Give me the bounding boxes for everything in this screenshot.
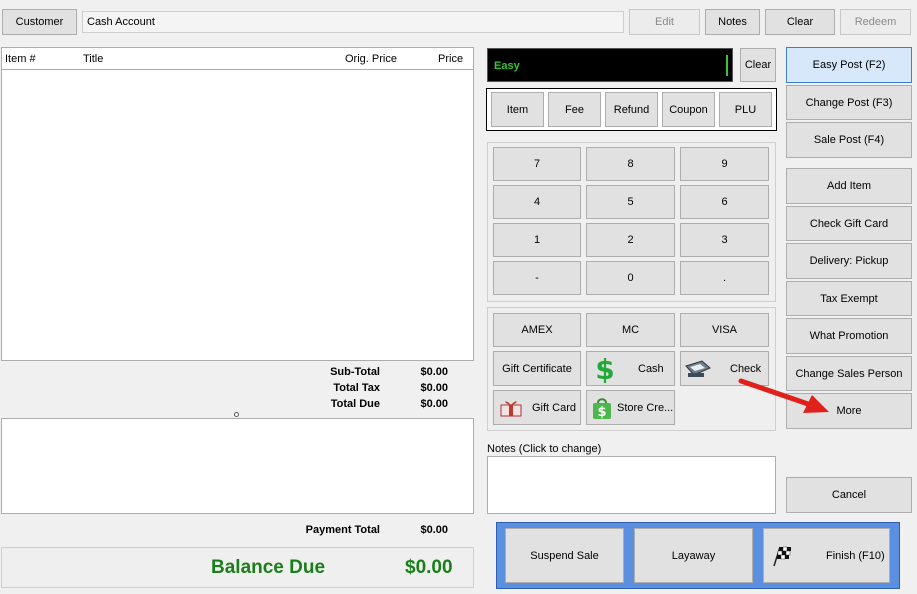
- cancel-button[interactable]: Cancel: [786, 477, 912, 513]
- add-item-button[interactable]: Add Item: [786, 168, 912, 204]
- mode-fee-button[interactable]: Fee: [548, 92, 601, 127]
- subtotal-label: Sub-Total: [330, 366, 380, 378]
- finish-label: Finish (F10): [826, 549, 885, 562]
- check-gift-card-button[interactable]: Check Gift Card: [786, 206, 912, 241]
- gift-card-label: Gift Card: [532, 401, 577, 414]
- check-label: Check: [730, 362, 762, 375]
- what-promotion-button[interactable]: What Promotion: [786, 318, 912, 354]
- cash-button[interactable]: $ Cash: [586, 351, 675, 386]
- svg-text:$: $: [597, 405, 606, 420]
- key-6[interactable]: 6: [680, 185, 769, 219]
- cash-label: Cash: [638, 362, 664, 375]
- items-table[interactable]: Item # Title Orig. Price Price: [1, 47, 474, 361]
- key-9[interactable]: 9: [680, 147, 769, 181]
- balance-due-value: $0.00: [405, 557, 453, 578]
- finish-button[interactable]: Finish (F10): [763, 528, 890, 583]
- sale-post-button[interactable]: Sale Post (F4): [786, 122, 912, 158]
- balance-due-label: Balance Due: [211, 557, 326, 578]
- visa-button[interactable]: VISA: [680, 313, 769, 347]
- easy-post-button[interactable]: Easy Post (F2): [786, 47, 912, 83]
- redeem-button[interactable]: Redeem: [840, 9, 911, 35]
- entry-clear-button[interactable]: Clear: [740, 48, 776, 82]
- delivery-button[interactable]: Delivery: Pickup: [786, 243, 912, 279]
- table-header: Item # Title Orig. Price Price: [2, 48, 473, 70]
- dollar-icon: $: [592, 355, 618, 383]
- key-dot[interactable]: .: [680, 261, 769, 295]
- entry-display[interactable]: Easy: [487, 48, 733, 82]
- mc-button[interactable]: MC: [586, 313, 675, 347]
- customer-button[interactable]: Customer: [2, 9, 77, 35]
- red-arrow-annotation: [738, 378, 829, 413]
- payment-total-value: $0.00: [420, 524, 448, 536]
- key-5[interactable]: 5: [586, 185, 675, 219]
- amex-button[interactable]: AMEX: [493, 313, 581, 347]
- payments-list[interactable]: [1, 418, 474, 514]
- total-due-label: Total Due: [330, 398, 380, 410]
- gift-card-button[interactable]: Gift Card: [493, 390, 581, 425]
- balance-panel: Balance Due $0.00: [1, 547, 474, 588]
- notes-box[interactable]: [487, 456, 776, 514]
- column-item-number[interactable]: Item #: [5, 53, 36, 65]
- subtotal-value: $0.00: [420, 366, 448, 378]
- gift-certificate-button[interactable]: Gift Certificate: [493, 351, 581, 386]
- mode-coupon-button[interactable]: Coupon: [662, 92, 715, 127]
- tax-label: Total Tax: [333, 382, 380, 394]
- key-0[interactable]: 0: [586, 261, 675, 295]
- mode-plu-button[interactable]: PLU: [719, 92, 772, 127]
- customer-field[interactable]: Cash Account: [82, 11, 624, 33]
- layaway-button[interactable]: Layaway: [634, 528, 753, 583]
- mode-item-button[interactable]: Item: [491, 92, 544, 127]
- mode-refund-button[interactable]: Refund: [605, 92, 658, 127]
- entry-cursor: [726, 55, 728, 76]
- suspend-sale-button[interactable]: Suspend Sale: [505, 528, 624, 583]
- key-3[interactable]: 3: [680, 223, 769, 257]
- column-title[interactable]: Title: [83, 53, 103, 65]
- key-7[interactable]: 7: [493, 147, 581, 181]
- entry-value: Easy: [494, 60, 520, 72]
- splitter-handle[interactable]: [234, 412, 239, 417]
- key-2[interactable]: 2: [586, 223, 675, 257]
- change-post-button[interactable]: Change Post (F3): [786, 85, 912, 120]
- edit-button[interactable]: Edit: [629, 9, 700, 35]
- notes-label: Notes (Click to change): [487, 443, 602, 455]
- tax-value: $0.00: [420, 382, 448, 394]
- notes-button[interactable]: Notes: [705, 9, 760, 35]
- check-printer-icon: [684, 358, 712, 380]
- key-1[interactable]: 1: [493, 223, 581, 257]
- total-due-value: $0.00: [420, 398, 448, 410]
- column-price[interactable]: Price: [438, 53, 463, 65]
- clear-button[interactable]: Clear: [765, 9, 835, 35]
- shopping-bag-icon: $: [591, 396, 613, 420]
- key-4[interactable]: 4: [493, 185, 581, 219]
- store-credit-label: Store Cre...: [617, 401, 674, 414]
- checkered-flag-icon: [770, 544, 794, 568]
- tax-exempt-button[interactable]: Tax Exempt: [786, 281, 912, 316]
- store-credit-button[interactable]: $ Store Cre...: [586, 390, 675, 425]
- key-8[interactable]: 8: [586, 147, 675, 181]
- key-minus[interactable]: -: [493, 261, 581, 295]
- payment-total-label: Payment Total: [305, 524, 380, 536]
- gift-icon: [499, 398, 523, 418]
- column-orig-price[interactable]: Orig. Price: [345, 53, 397, 65]
- svg-text:$: $: [595, 355, 614, 383]
